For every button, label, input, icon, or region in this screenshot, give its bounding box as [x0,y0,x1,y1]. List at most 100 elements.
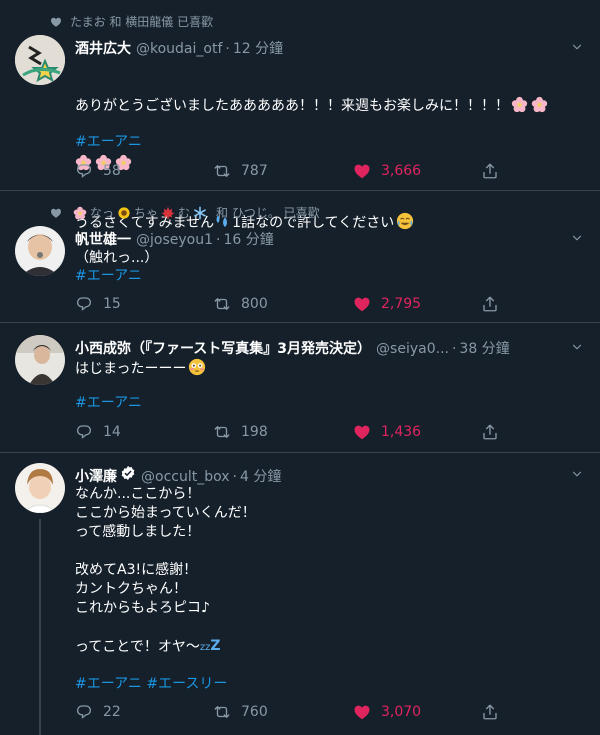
reply-button[interactable]: 22 [75,703,121,721]
like-button[interactable]: 3,070 [353,703,421,721]
retweet-button[interactable]: 787 [213,162,268,180]
tweet-actions: 14 198 1,436 [75,423,560,443]
reply-icon [75,162,93,180]
retweet-count: 760 [241,704,268,720]
hashtag-link[interactable]: #エーアニ [75,394,580,413]
avatar-image [15,335,65,385]
maple-leaf-icon [161,206,175,219]
tweet[interactable]: 小澤廉 @occult_box · 4 分鐘 なんか...ここから！ ここから始… [0,453,600,735]
like-button[interactable]: 1,436 [353,423,421,441]
timestamp[interactable]: 38 分鐘 [459,338,509,358]
tweet[interactable]: なっ ちゃ む 和 ひつじ。 已喜歡 帆世雄一 @joseyou1 · 16 分… [0,191,600,323]
like-count: 1,436 [381,424,422,440]
tweet-text-line: はじまったーーー [75,361,187,377]
cherry-blossom-icon [73,206,87,220]
flushed-face-icon [189,358,206,376]
retweet-icon [213,295,231,313]
reply-button[interactable]: 14 [75,423,121,441]
retweet-count: 800 [241,296,268,312]
avatar-image [15,463,65,513]
timestamp[interactable]: 4 分鐘 [240,466,281,486]
tweet-text: はじまったーーー [75,358,580,379]
zzz-icon: zzZ [199,638,221,654]
reply-icon [75,295,93,313]
reply-icon [75,423,93,441]
avatar[interactable] [15,226,65,276]
tweet-text: （触れっ...） [75,250,159,266]
separator-dot: · [225,41,230,57]
share-icon [481,703,499,721]
sunflower-icon [118,206,130,219]
retweet-button[interactable]: 760 [213,703,268,721]
social-context-text: 和 ひつじ。 已喜歡 [216,206,320,220]
tweet[interactable]: 小西成弥（『ファースト写真集』3月発売決定） @seiya0... · 38 分… [0,323,600,453]
hashtag-link[interactable]: #エーアニ [75,133,580,152]
social-context-text: ちゃ [134,206,159,220]
heart-icon [353,295,371,313]
reply-button[interactable]: 58 [75,162,121,180]
reply-count: 15 [103,296,121,312]
chevron-down-icon[interactable] [570,340,584,354]
share-button[interactable] [481,295,499,313]
reply-button[interactable]: 15 [75,295,121,313]
timestamp[interactable]: 16 分鐘 [223,229,273,249]
avatar[interactable] [15,463,65,513]
display-name[interactable]: 酒井広大 [75,38,131,58]
timestamp[interactable]: 12 分鐘 [233,38,283,58]
heart-icon [353,703,371,721]
heart-icon [353,423,371,441]
tweet-actions: 22 760 3,070 [75,703,560,723]
retweet-button[interactable]: 198 [213,423,268,441]
retweet-icon [213,162,231,180]
chevron-down-icon[interactable] [570,40,584,54]
chevron-down-icon[interactable] [570,467,584,481]
share-icon [481,162,499,180]
retweet-icon [213,423,231,441]
social-context: たまお 和 横田龍儀 已喜歡 [50,13,213,30]
retweet-count: 787 [241,163,268,179]
social-context-text: たまお 和 横田龍儀 已喜歡 [70,15,214,29]
user-handle[interactable]: @koudai_otf [136,41,222,57]
retweet-button[interactable]: 800 [213,295,268,313]
social-context-text: む [178,206,191,220]
user-handle[interactable]: @seiya0... [376,341,449,357]
user-handle[interactable]: @joseyou1 [136,232,213,248]
avatar[interactable] [15,335,65,385]
heart-icon [353,162,371,180]
separator-dot: · [216,232,221,248]
display-name[interactable]: 小西成弥（『ファースト写真集』3月発売決定） [75,338,371,358]
like-count: 3,070 [381,704,422,720]
verified-badge-icon [121,466,135,480]
reply-count: 14 [103,424,121,440]
hashtag-link[interactable]: #エーアニ [75,267,580,286]
tweet-header: 小西成弥（『ファースト写真集』3月発売決定） @seiya0... · 38 分… [75,338,560,358]
reply-count: 58 [103,163,121,179]
like-count: 2,795 [381,296,422,312]
tweet-text: なんか...ここから！ ここから始まっていくんだ！ って感動しました！ 改めてA… [75,485,580,657]
tweet[interactable]: たまお 和 横田龍儀 已喜歡 酒井広大 @koudai_otf · 12 分鐘 … [0,0,600,231]
like-button[interactable]: 2,795 [353,295,421,313]
user-handle[interactable]: @occult_box [141,469,230,485]
like-button[interactable]: 3,666 [353,162,421,180]
avatar[interactable] [15,35,65,85]
retweet-icon [213,703,231,721]
reply-icon [75,703,93,721]
thread-line [39,519,41,735]
tweet-text-content: なんか...ここから！ ここから始まっていくんだ！ って感動しました！ 改めてA… [75,486,256,655]
avatar-image [15,226,65,276]
like-count: 3,666 [381,163,422,179]
display-name[interactable]: 小澤廉 [75,466,117,486]
share-icon [481,295,499,313]
display-name[interactable]: 帆世雄一 [75,229,131,249]
tweet-actions: 15 800 2,795 [75,295,560,315]
hashtag-link[interactable]: #エーアニ #エースリー [75,675,580,694]
share-button[interactable] [481,162,499,180]
chevron-down-icon[interactable] [570,231,584,245]
cherry-blossom-icon [531,96,548,113]
share-button[interactable] [481,423,499,441]
separator-dot: · [451,341,457,357]
avatar-image [15,35,65,85]
share-button[interactable] [481,703,499,721]
separator-dot: · [232,469,237,485]
tweet-header: 帆世雄一 @joseyou1 · 16 分鐘 [75,229,560,249]
